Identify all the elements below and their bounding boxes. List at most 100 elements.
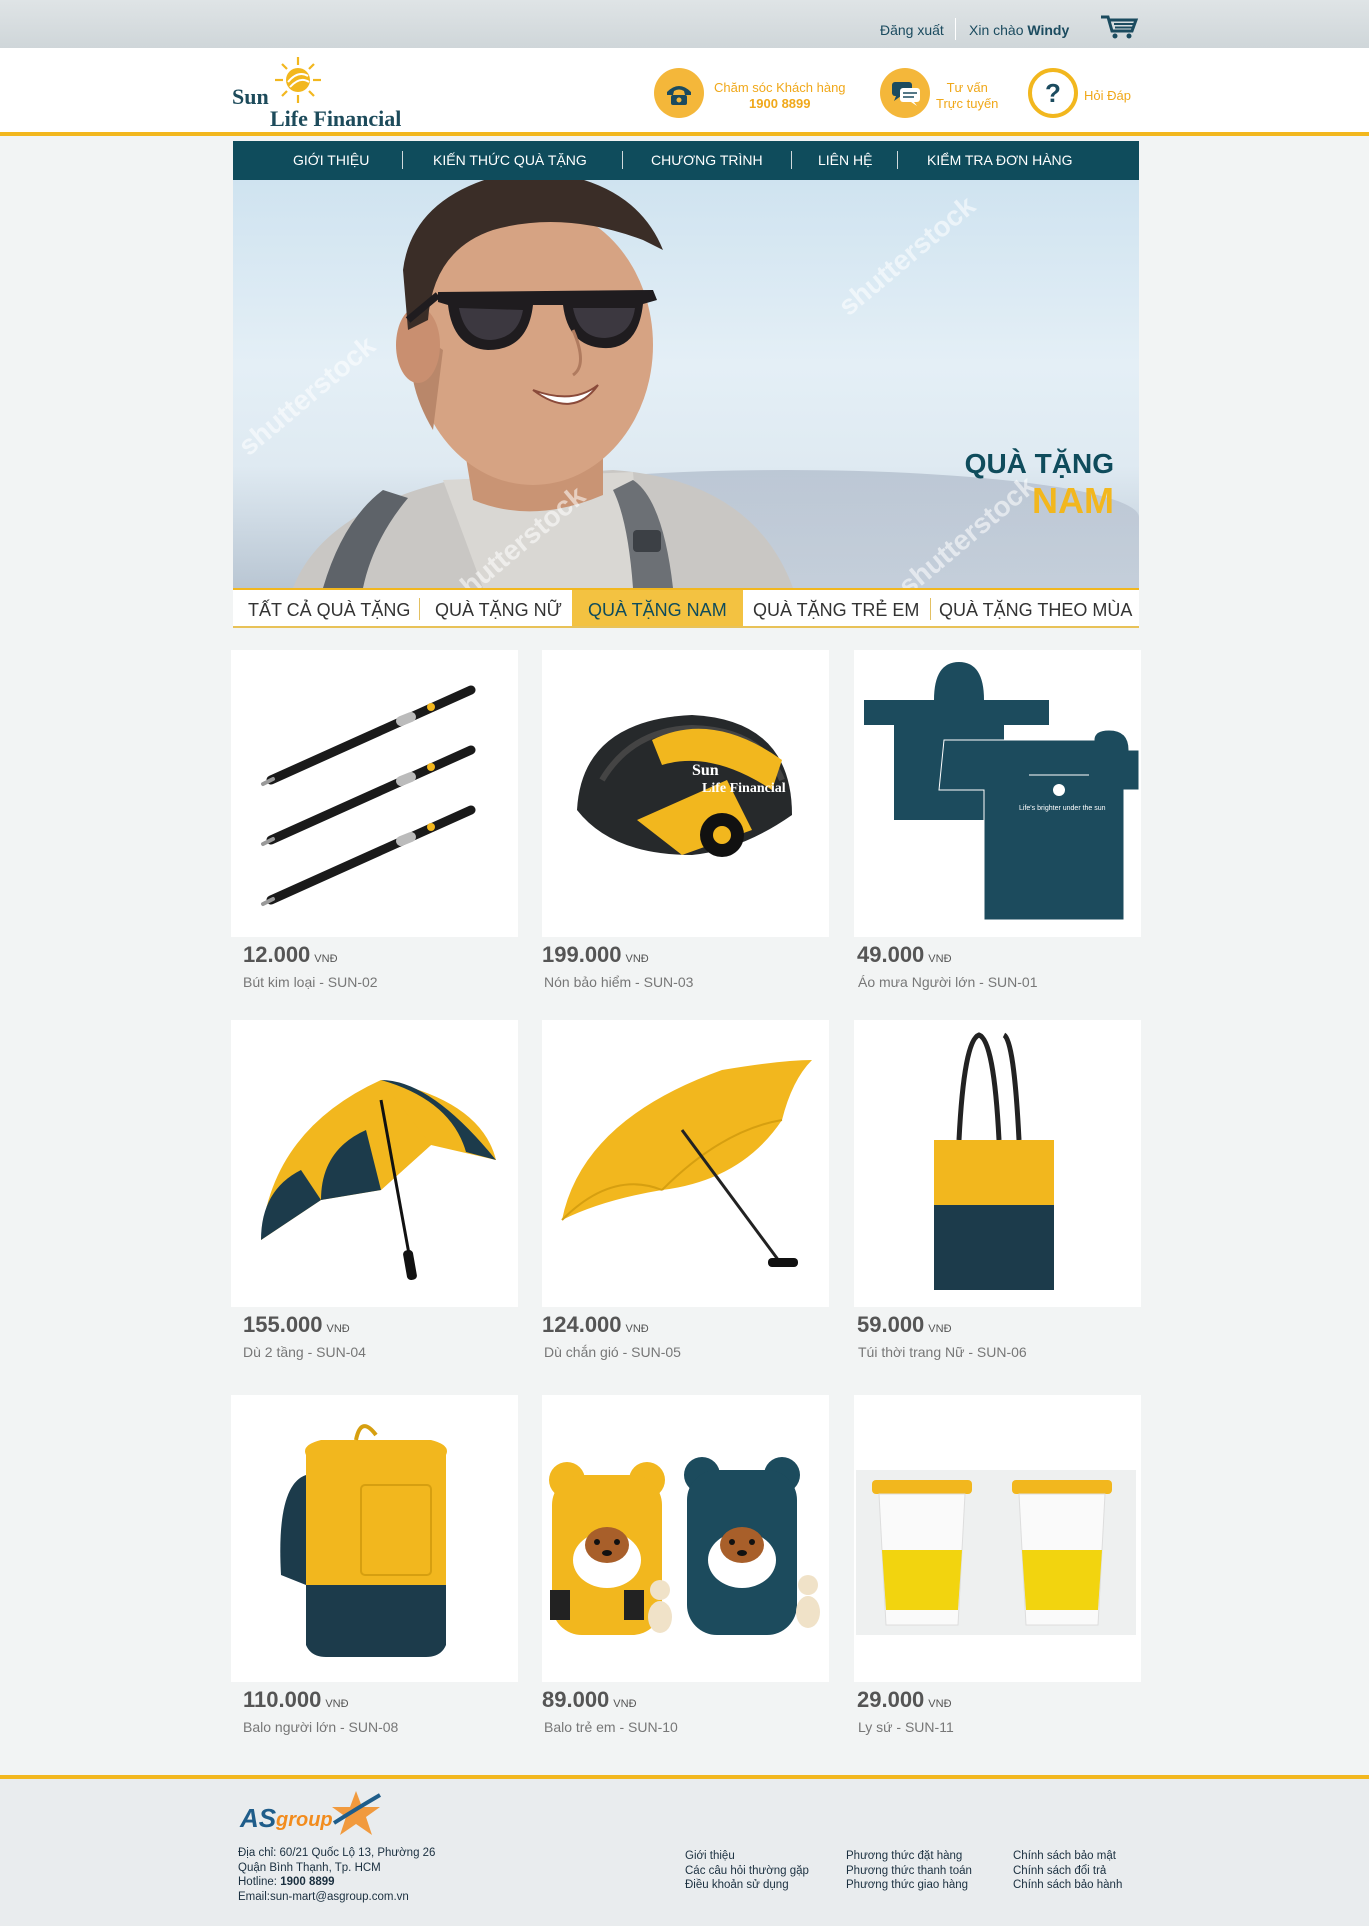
currency: VNĐ	[928, 1323, 952, 1335]
nav-divider	[897, 151, 898, 169]
footer-link-warranty[interactable]: Chính sách bảo hành	[1013, 1878, 1122, 1893]
price-value: 12.000	[243, 942, 311, 967]
product-card[interactable]: Life's brighter under the sun 49.000 VNĐ …	[854, 650, 1141, 990]
product-card[interactable]: 29.000 VNĐ Ly sứ - SUN-11	[854, 1395, 1141, 1735]
company-address: Địa chỉ: 60/21 Quốc Lộ 13, Phường 26 Quậ…	[238, 1846, 435, 1904]
email[interactable]: Email:sun-mart@asgroup.com.vn	[238, 1890, 435, 1905]
ceramic-cup-image	[856, 1470, 1136, 1635]
hotline: Hotline: 1900 8899	[238, 1875, 435, 1890]
footer-link-faq[interactable]: Các câu hỏi thường gặp	[685, 1864, 809, 1879]
helmet-image: Sun Life Financial	[577, 715, 792, 857]
nav-item-contact[interactable]: LIÊN HỆ	[818, 152, 872, 168]
product-image[interactable]: Sun Life Financial	[542, 650, 829, 937]
footer-link-payment[interactable]: Phương thức thanh toán	[846, 1864, 972, 1879]
footer-link-ordering[interactable]: Phương thức đặt hàng	[846, 1849, 972, 1864]
brand-line2: Life Financial	[270, 106, 402, 131]
price-value: 124.000	[542, 1312, 622, 1337]
footer: AS group Địa chỉ: 60/21 Quốc Lộ 13, Phườ…	[0, 1775, 1369, 1926]
product-price: 199.000 VNĐ	[542, 942, 649, 968]
product-card[interactable]: 110.000 VNĐ Balo người lớn - SUN-08	[231, 1395, 518, 1735]
tab-kids-gifts[interactable]: QUÀ TẶNG TRẺ EM	[753, 600, 919, 621]
product-name[interactable]: Túi thời trang Nữ - SUN-06	[858, 1344, 1027, 1360]
banner-watermark: shutterstock	[832, 189, 982, 322]
product-card[interactable]: 155.000 VNĐ Dù 2 tầng - SUN-04	[231, 1020, 518, 1360]
product-image[interactable]	[231, 650, 518, 937]
question-icon: ?	[1028, 68, 1078, 118]
product-name[interactable]: Dù 2 tầng - SUN-04	[243, 1344, 366, 1360]
product-price: 110.000 VNĐ	[243, 1687, 349, 1713]
product-price: 29.000 VNĐ	[857, 1687, 952, 1713]
product-card[interactable]: 12.000 VNĐ Bút kim loại - SUN-02	[231, 650, 518, 990]
tote-bag-image	[934, 1032, 1054, 1290]
product-image[interactable]	[231, 1020, 518, 1307]
footer-links-col3: Chính sách bảo mật Chính sách đổi trả Ch…	[1013, 1849, 1122, 1893]
currency: VNĐ	[326, 1323, 350, 1335]
tab-women-gifts[interactable]: QUÀ TẶNG NỮ	[435, 600, 562, 621]
currency: VNĐ	[625, 953, 649, 965]
product-name[interactable]: Áo mưa Người lớn - SUN-01	[858, 974, 1037, 990]
product-name[interactable]: Balo trẻ em - SUN-10	[544, 1719, 678, 1735]
pens-image	[261, 685, 476, 906]
star-icon	[332, 1791, 382, 1835]
svg-text:Life Financial: Life Financial	[702, 781, 786, 796]
nav-item-gift-knowledge[interactable]: KIẾN THỨC QUÀ TẶNG	[433, 152, 587, 168]
product-name[interactable]: Dù chắn gió - SUN-05	[544, 1344, 681, 1360]
double-umbrella-image	[261, 1080, 496, 1281]
cart-icon[interactable]	[1100, 14, 1140, 40]
topbar-divider	[955, 18, 956, 40]
nav-divider	[791, 151, 792, 169]
header: Sun Life Financial Chăm sóc Khách hàng 1…	[0, 48, 1369, 136]
currency: VNĐ	[625, 1323, 649, 1335]
currency: VNĐ	[928, 953, 952, 965]
price-value: 59.000	[857, 1312, 925, 1337]
tab-men-gifts[interactable]: QUÀ TẶNG NAM	[572, 590, 743, 626]
price-value: 29.000	[857, 1687, 925, 1712]
nav-item-order-check[interactable]: KIỂM TRA ĐƠN HÀNG	[927, 152, 1073, 168]
svg-text:?: ?	[1045, 78, 1061, 108]
product-name[interactable]: Balo người lớn - SUN-08	[243, 1719, 398, 1735]
product-image[interactable]	[542, 1395, 829, 1682]
footer-link-terms[interactable]: Điều khoản sử dụng	[685, 1878, 809, 1893]
product-image[interactable]: Life's brighter under the sun	[854, 650, 1141, 937]
product-image[interactable]	[854, 1020, 1141, 1307]
product-price: 12.000 VNĐ	[243, 942, 338, 968]
address-line2: Quận Bình Thạnh, Tp. HCM	[238, 1861, 381, 1874]
sun-life-logo[interactable]: Sun Life Financial	[232, 54, 402, 131]
banner-title-line2: NAM	[1032, 480, 1114, 521]
product-card[interactable]: 59.000 VNĐ Túi thời trang Nữ - SUN-06	[854, 1020, 1141, 1360]
product-name[interactable]: Bút kim loại - SUN-02	[243, 974, 378, 990]
footer-links-col1: Giới thiệu Các câu hỏi thường gặp Điều k…	[685, 1849, 809, 1893]
product-image[interactable]	[542, 1020, 829, 1307]
tab-seasonal-gifts[interactable]: QUÀ TẶNG THEO MÙA	[939, 600, 1132, 621]
chat-icon	[880, 68, 930, 118]
logout-link[interactable]: Đăng xuất	[880, 22, 944, 38]
footer-link-delivery[interactable]: Phương thức giao hàng	[846, 1878, 972, 1893]
currency: VNĐ	[314, 953, 338, 965]
footer-link-privacy[interactable]: Chính sách bảo mật	[1013, 1849, 1122, 1864]
svg-text:Life's brighter under the sun: Life's brighter under the sun	[1019, 805, 1106, 812]
tab-divider	[930, 598, 931, 620]
price-value: 89.000	[542, 1687, 610, 1712]
footer-link-intro[interactable]: Giới thiệu	[685, 1849, 809, 1864]
category-tabs: TẤT CẢ QUÀ TẶNG QUÀ TẶNG NỮ QUÀ TẶNG NAM…	[233, 588, 1139, 628]
product-card[interactable]: 89.000 VNĐ Balo trẻ em - SUN-10	[542, 1395, 829, 1735]
product-name[interactable]: Ly sứ - SUN-11	[858, 1719, 954, 1735]
as-group-logo[interactable]: AS group	[240, 1789, 382, 1839]
footer-link-returns[interactable]: Chính sách đổi trả	[1013, 1864, 1122, 1879]
product-image[interactable]	[854, 1395, 1141, 1682]
faq-label: Hỏi Đáp	[1084, 88, 1131, 103]
nav-item-programs[interactable]: CHƯƠNG TRÌNH	[651, 152, 763, 168]
product-card[interactable]: 124.000 VNĐ Dù chắn gió - SUN-05	[542, 1020, 829, 1360]
tab-all-gifts[interactable]: TẤT CẢ QUÀ TẶNG	[248, 600, 410, 621]
price-value: 49.000	[857, 942, 925, 967]
product-image[interactable]	[231, 1395, 518, 1682]
product-price: 124.000 VNĐ	[542, 1312, 649, 1338]
customer-care-phone: 1900 8899	[749, 96, 811, 111]
main-nav: GIỚI THIỆU KIẾN THỨC QUÀ TẶNG CHƯƠNG TRÌ…	[233, 141, 1139, 180]
product-card[interactable]: Sun Life Financial 199.000 VNĐ Nón bảo hi…	[542, 650, 829, 990]
svg-text:Sun: Sun	[692, 762, 719, 779]
consult-line2: Trực tuyến	[936, 96, 999, 111]
nav-item-intro[interactable]: GIỚI THIỆU	[293, 152, 369, 168]
product-name[interactable]: Nón bảo hiểm - SUN-03	[544, 974, 693, 990]
consult-line1: Tư vấn	[946, 80, 988, 95]
